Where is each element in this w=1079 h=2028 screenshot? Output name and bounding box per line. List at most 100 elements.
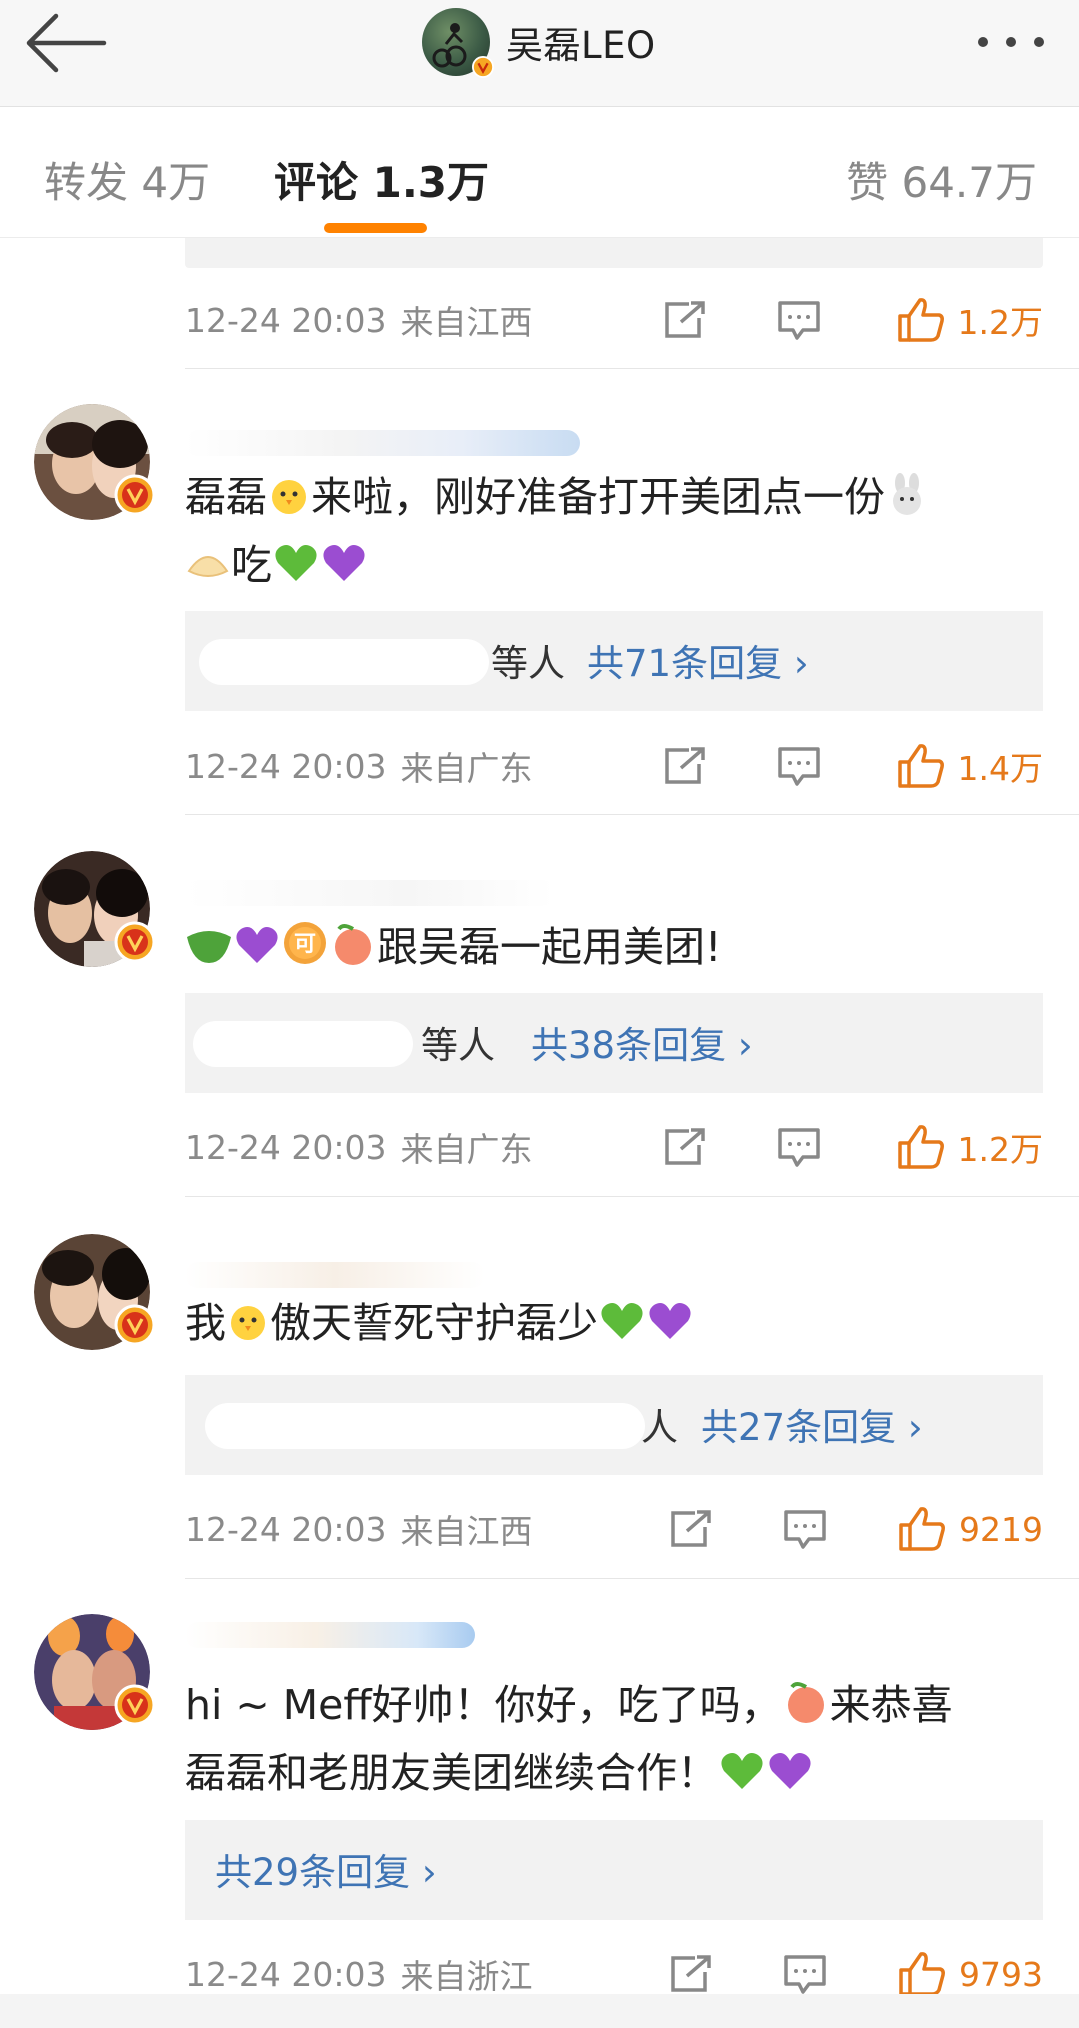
- thumbs-up-icon: [897, 1125, 944, 1169]
- thumbs-up-icon: [899, 1952, 945, 1996]
- comment-actions: 1.4万: [663, 738, 1043, 794]
- avatar[interactable]: [34, 1614, 156, 1730]
- username[interactable]: [185, 880, 555, 906]
- more-horizontal-icon: [978, 37, 1044, 47]
- comment-location: 来自广东: [400, 749, 533, 788]
- tab-bar: 转发 4万 评论 1.3万 赞 64.7万: [0, 107, 1079, 238]
- comment-location: 来自广东: [400, 1130, 533, 1169]
- username[interactable]: [185, 1262, 485, 1288]
- like-count: 9793: [959, 1954, 1043, 1994]
- dumpling-emoji-icon: [185, 540, 231, 602]
- green-heart-icon: [598, 1298, 646, 1360]
- tab-comments[interactable]: 评论 1.3万: [274, 149, 489, 210]
- comment-time: 12-24 20:03: [185, 1127, 387, 1167]
- comment-actions: 9219: [663, 1501, 1043, 1557]
- peach-icon: [329, 921, 377, 984]
- comment-meta: 12-24 20:03 来自江西 9219: [185, 1501, 1043, 1557]
- green-heart-icon: [718, 1748, 766, 1810]
- peach-icon: [782, 1679, 830, 1742]
- reply-users: 等人: [491, 642, 565, 685]
- reply-users: 人: [641, 1406, 678, 1449]
- like-count: 1.2万: [957, 303, 1043, 342]
- divider: [185, 368, 1079, 369]
- chick-emoji-icon: [226, 1298, 270, 1360]
- view-replies-link[interactable]: 共38条回复 ›: [531, 1015, 753, 1069]
- comment-location: 来自浙江: [400, 1957, 533, 1996]
- share-icon[interactable]: [669, 1954, 713, 1994]
- like-button[interactable]: 9219: [897, 1501, 1043, 1557]
- comment-actions: 1.2万: [663, 1119, 1043, 1175]
- comment-icon[interactable]: [783, 1954, 827, 1996]
- reply-users: 等人: [421, 1024, 495, 1067]
- comment-text: hi ~ Meff好帅！你好，吃了吗， 来恭喜 磊磊和老朋友美团继续合作！: [185, 1674, 1045, 1810]
- ke-badge-icon: 可: [281, 919, 329, 984]
- share-icon[interactable]: [663, 746, 707, 786]
- comment-location: 来自江西: [400, 303, 533, 342]
- chick-emoji-icon: [267, 472, 311, 534]
- share-icon[interactable]: [663, 300, 707, 340]
- reply-box[interactable]: [185, 238, 1043, 268]
- verified-badge-icon: [472, 56, 494, 78]
- profile-header[interactable]: 吴磊LEO: [422, 6, 656, 78]
- view-replies-link[interactable]: 共29条回复 ›: [215, 1842, 437, 1896]
- purple-heart-icon: [320, 540, 368, 602]
- thumbs-up-icon: [897, 744, 944, 788]
- comment-time: 12-24 20:03: [185, 1954, 387, 1994]
- blurred-username: [205, 1403, 645, 1449]
- share-icon[interactable]: [663, 1127, 707, 1167]
- comment-text: 磊磊 来啦，刚好准备打开美团点一份 吃: [185, 466, 1045, 602]
- like-button[interactable]: 1.4万: [896, 738, 1043, 794]
- like-count: 1.2万: [957, 1130, 1043, 1169]
- like-button[interactable]: 1.2万: [896, 1119, 1043, 1175]
- reply-box[interactable]: 等人 共38条回复 ›: [185, 993, 1043, 1093]
- avatar[interactable]: [34, 1234, 156, 1350]
- divider: [185, 1578, 1079, 1579]
- view-replies-link[interactable]: 共71条回复 ›: [587, 633, 809, 687]
- comment-meta: 12-24 20:03 来自广东 1.2万: [185, 1119, 1043, 1175]
- share-icon[interactable]: [669, 1509, 713, 1549]
- comment-actions: 1.2万: [663, 292, 1043, 348]
- comment-icon[interactable]: [777, 746, 821, 788]
- purple-heart-icon: [646, 1298, 694, 1360]
- reply-box[interactable]: 人 共27条回复 ›: [185, 1375, 1043, 1475]
- username[interactable]: [185, 1622, 475, 1648]
- like-count: 9219: [959, 1509, 1043, 1549]
- svg-text:可: 可: [294, 932, 316, 957]
- back-button[interactable]: [22, 10, 108, 76]
- comment-location: 来自江西: [400, 1512, 533, 1551]
- tab-reposts[interactable]: 转发 4万: [44, 149, 210, 210]
- divider: [185, 814, 1079, 815]
- thumbs-up-icon: [899, 1507, 945, 1551]
- more-button[interactable]: [973, 26, 1049, 58]
- comment-icon[interactable]: [783, 1509, 827, 1551]
- verified-badge-icon: [114, 474, 156, 516]
- comment-time: 12-24 20:03: [185, 746, 387, 786]
- verified-badge-icon: [114, 921, 156, 963]
- purple-heart-icon: [766, 1748, 814, 1810]
- comment-text: 我傲天誓死守护磊少: [185, 1292, 1045, 1360]
- comment-meta: 12-24 20:03 来自江西 1.2万: [185, 292, 1043, 348]
- verified-badge-icon: [114, 1684, 156, 1726]
- blurred-username: [199, 639, 489, 685]
- blurred-username: [193, 1021, 413, 1067]
- verified-badge-icon: [114, 1304, 156, 1346]
- like-button[interactable]: 1.2万: [896, 292, 1043, 348]
- avatar[interactable]: [422, 8, 494, 78]
- avatar[interactable]: [34, 851, 156, 967]
- comment-icon[interactable]: [777, 1127, 821, 1169]
- view-replies-link[interactable]: 共27条回复 ›: [701, 1397, 923, 1451]
- like-count: 1.4万: [957, 749, 1043, 788]
- comment-time: 12-24 20:03: [185, 300, 387, 340]
- top-bar: 吴磊LEO: [0, 0, 1079, 107]
- arrow-left-icon: [26, 13, 107, 73]
- avatar[interactable]: [34, 404, 156, 520]
- username[interactable]: [185, 430, 580, 456]
- tab-likes[interactable]: 赞 64.7万: [846, 149, 1037, 210]
- reply-box[interactable]: 共29条回复 ›: [185, 1820, 1043, 1920]
- comment-icon[interactable]: [777, 300, 821, 342]
- weibo-comments-page: 吴磊LEO 转发 4万 评论 1.3万 赞 64.7万 12-24 20:03 …: [0, 0, 1079, 2028]
- leaf-icon: [185, 922, 233, 984]
- green-heart-icon: [272, 540, 320, 602]
- divider: [185, 1196, 1079, 1197]
- reply-box[interactable]: 等人 共71条回复 ›: [185, 611, 1043, 711]
